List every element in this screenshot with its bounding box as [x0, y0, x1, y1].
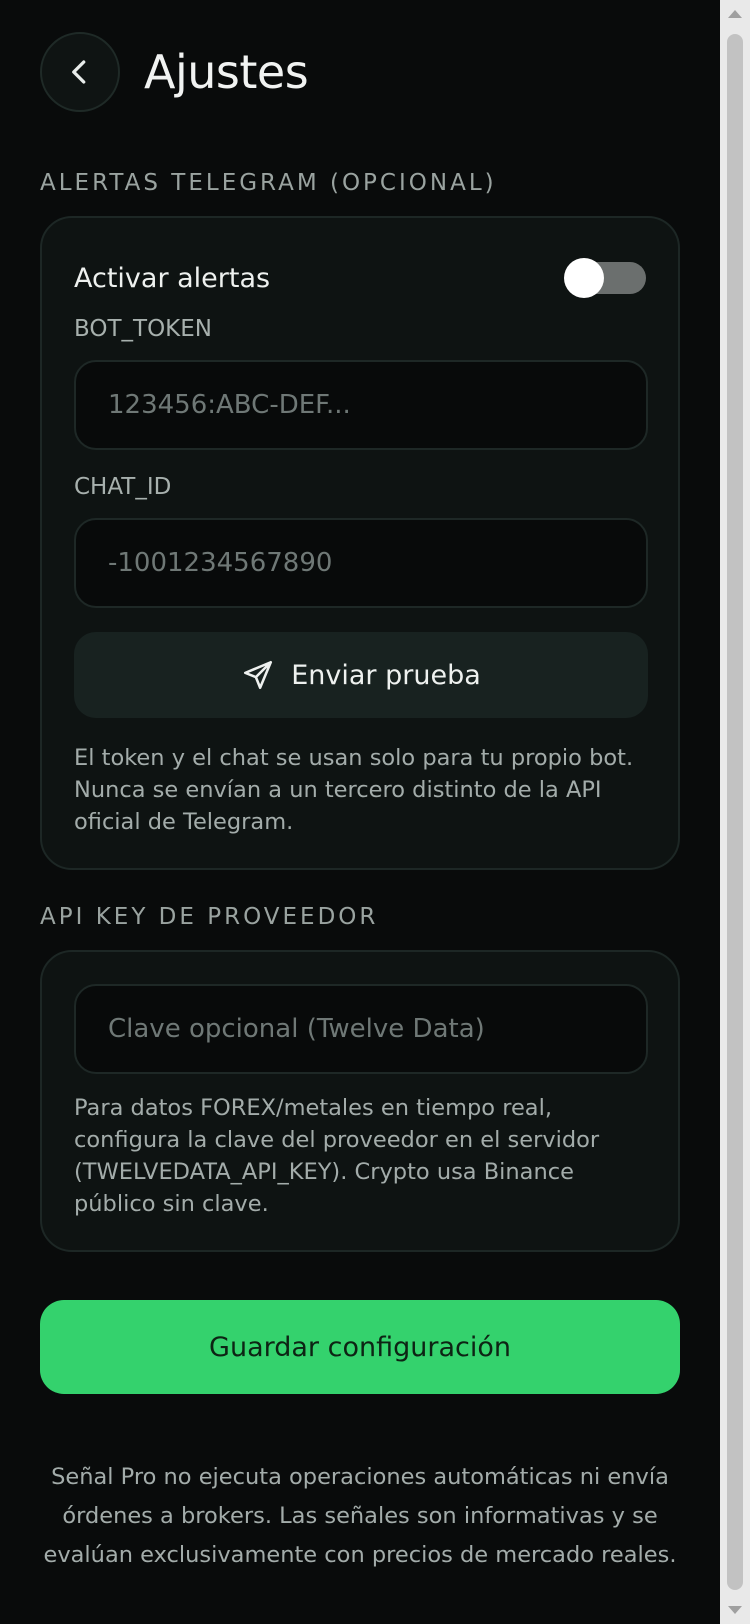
chevron-left-icon — [72, 60, 86, 84]
back-button[interactable] — [40, 32, 120, 112]
scroll-up-icon[interactable] — [728, 10, 742, 18]
bot-token-input[interactable] — [74, 360, 648, 450]
alerts-toggle[interactable] — [564, 258, 646, 298]
send-icon — [244, 660, 273, 690]
save-config-label: Guardar configuración — [209, 1331, 511, 1363]
alerts-toggle-label: Activar alertas — [74, 262, 271, 294]
telegram-section-label: ALERTAS TELEGRAM (OPCIONAL) — [40, 170, 497, 196]
provider-card: Para datos FOREX/metales en tiempo real,… — [40, 950, 680, 1252]
scroll-down-icon[interactable] — [728, 1606, 742, 1614]
disclaimer-text: Señal Pro no ejecuta operaciones automát… — [43, 1464, 677, 1568]
send-test-label: Enviar prueba — [291, 659, 481, 691]
settings-page: Ajustes ALERTAS TELEGRAM (OPCIONAL) Acti… — [0, 0, 720, 1624]
toggle-knob — [564, 258, 604, 298]
chat-id-input[interactable] — [74, 518, 648, 608]
alerts-toggle-row: Activar alertas — [74, 254, 646, 302]
provider-section-label: API KEY DE PROVEEDOR — [40, 904, 379, 930]
send-test-button[interactable]: Enviar prueba — [74, 632, 648, 718]
provider-help-text: Para datos FOREX/metales en tiempo real,… — [74, 1095, 600, 1217]
page-title: Ajustes — [144, 45, 309, 99]
scroll-thumb[interactable] — [727, 34, 743, 1590]
telegram-card: Activar alertas BOT_TOKEN CHAT_ID Enviar… — [40, 216, 680, 870]
vertical-scrollbar[interactable] — [720, 0, 750, 1624]
save-config-button[interactable]: Guardar configuración — [40, 1300, 680, 1394]
api-key-input[interactable] — [74, 984, 648, 1074]
chat-id-label: CHAT_ID — [74, 474, 172, 500]
bot-token-label: BOT_TOKEN — [74, 316, 212, 342]
page-header: Ajustes — [40, 32, 309, 112]
telegram-help-text: El token y el chat se usan solo para tu … — [74, 745, 634, 835]
